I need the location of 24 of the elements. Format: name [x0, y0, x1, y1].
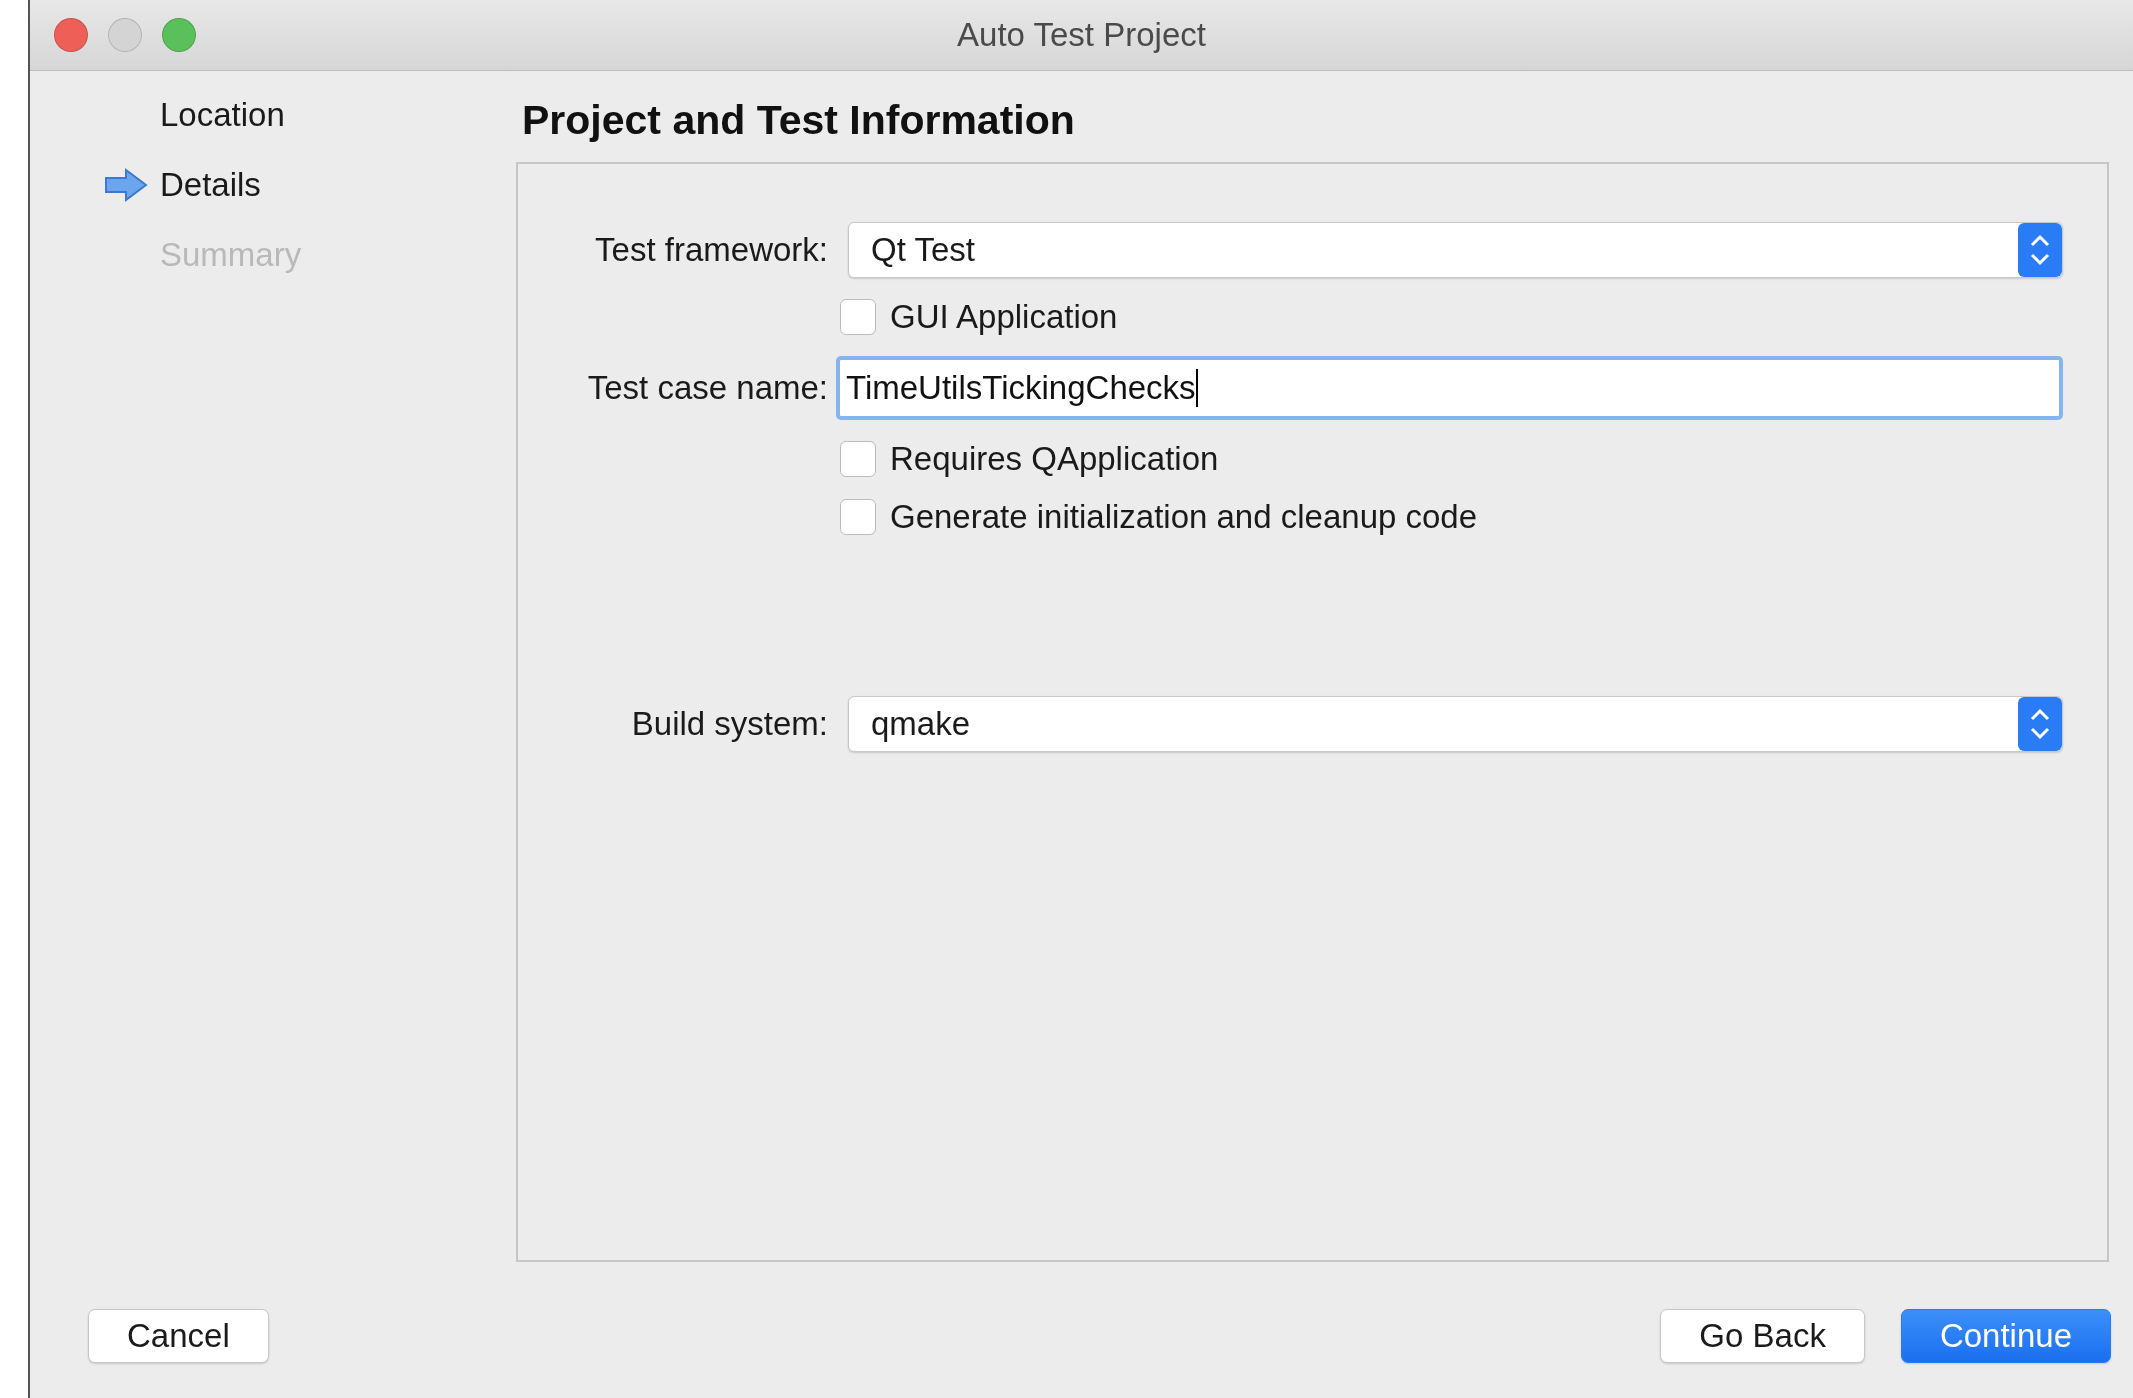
- zoom-button[interactable]: [162, 18, 196, 52]
- wizard-step: Location: [160, 96, 285, 134]
- wizard-step: Details: [160, 166, 261, 204]
- stepper-icon: [2018, 223, 2062, 277]
- field-label: Build system:: [631, 705, 828, 743]
- checkbox-label: Generate initialization and cleanup code: [890, 498, 1478, 536]
- minimize-button[interactable]: [108, 18, 142, 52]
- cancel-button[interactable]: Cancel: [88, 1308, 269, 1363]
- secondary-button[interactable]: Go Back: [1660, 1308, 1865, 1363]
- checkbox-label: Requires QApplication: [890, 440, 1219, 478]
- text-field[interactable]: TimeUtilsTickingChecks: [836, 356, 2063, 420]
- close-button[interactable]: [54, 18, 88, 52]
- checkbox-label: GUI Application: [890, 298, 1118, 336]
- dropdown[interactable]: qmake: [848, 696, 2063, 752]
- dropdown[interactable]: Qt Test: [848, 222, 2063, 278]
- window-title: Auto Test Project: [957, 16, 1206, 54]
- stepper-icon: [2018, 697, 2062, 751]
- primary-button[interactable]: Continue: [1900, 1308, 2111, 1363]
- checkbox[interactable]: [840, 499, 876, 535]
- checkbox[interactable]: [840, 299, 876, 335]
- field-label: Test case name:: [587, 369, 828, 407]
- page-heading: Project and Test Information: [522, 97, 1076, 144]
- checkbox[interactable]: [840, 441, 876, 477]
- field-label: Test framework:: [595, 231, 828, 269]
